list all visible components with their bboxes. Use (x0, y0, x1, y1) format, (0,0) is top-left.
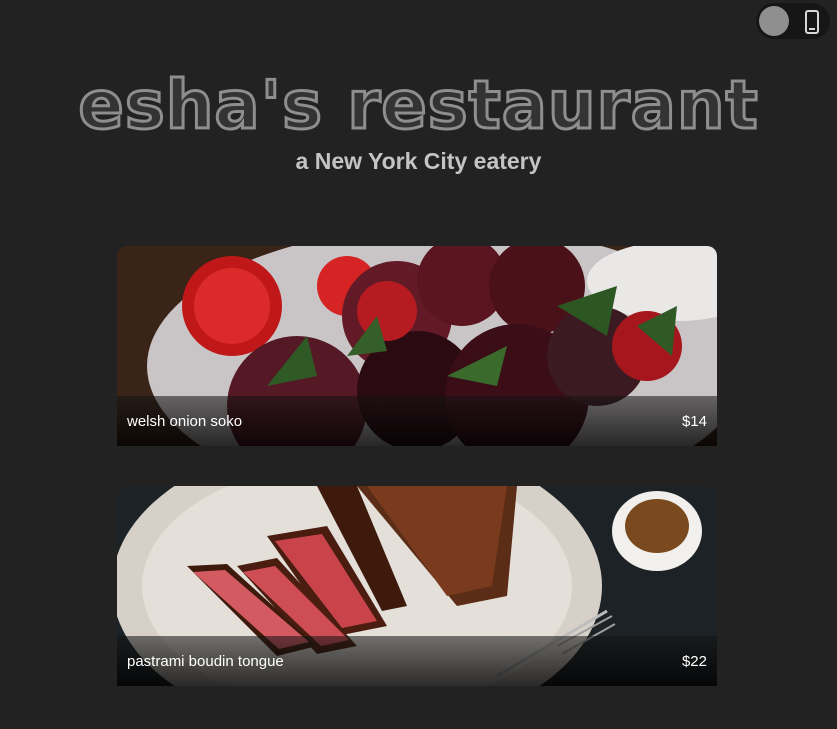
menu-item-card[interactable]: welsh onion soko $14 (117, 246, 717, 446)
menu-item-price: $14 (681, 413, 707, 430)
menu-item-price: $22 (681, 653, 707, 670)
restaurant-subtitle: a New York City eatery (295, 148, 542, 174)
mobile-phone-icon (805, 10, 819, 39)
menu-item-name: pastrami boudin tongue (127, 653, 284, 670)
menu-item-card[interactable]: pastrami boudin tongue $22 (117, 486, 717, 686)
toggle-knob[interactable] (759, 6, 789, 36)
mobile-view-toggle[interactable] (756, 3, 830, 39)
menu-item-name: welsh onion soko (127, 413, 243, 430)
restaurant-title: esha's restaurant (77, 66, 759, 144)
